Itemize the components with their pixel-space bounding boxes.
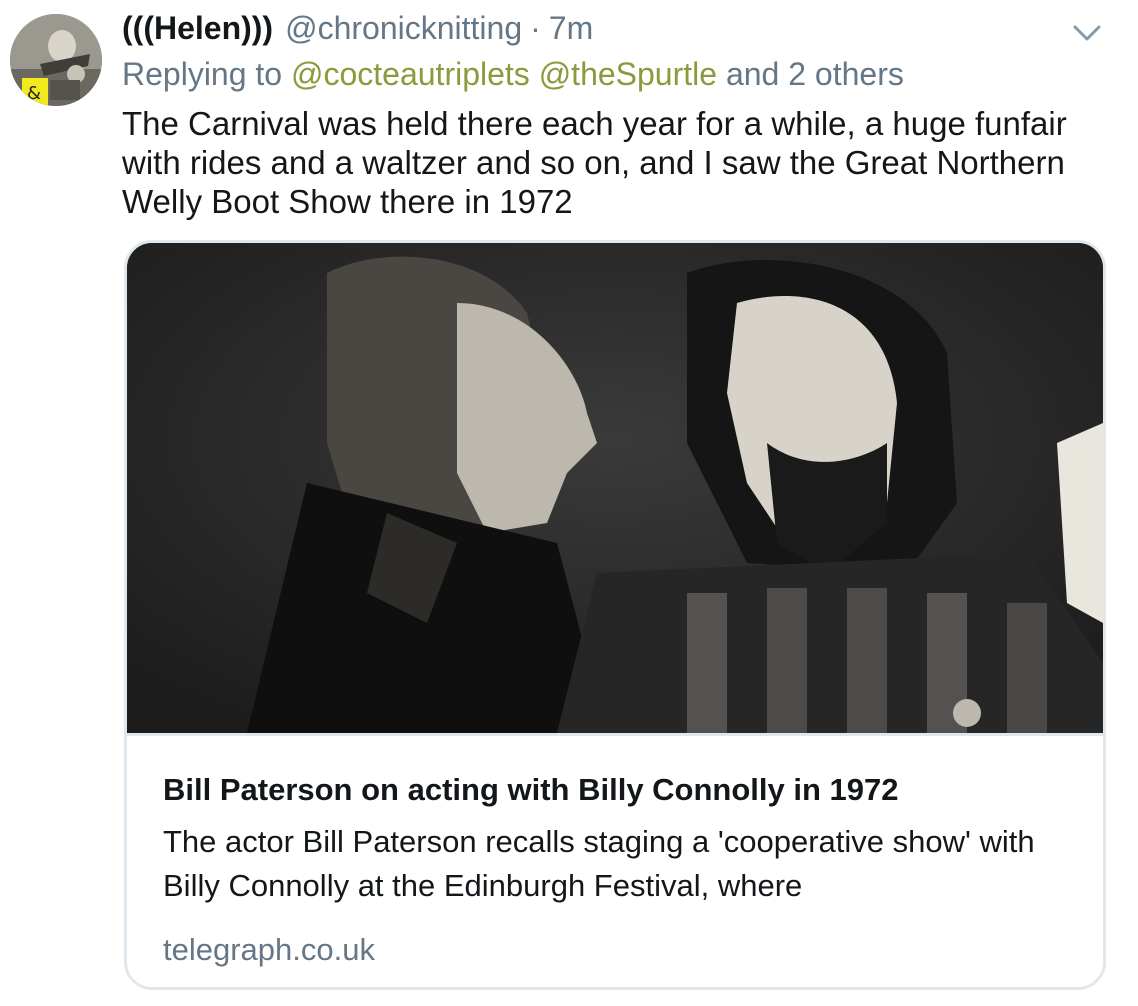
replying-to-line: Replying to @cocteautriplets @theSpurtle…: [122, 56, 904, 93]
tweet-text: The Carnival was held there each year fo…: [122, 105, 1067, 220]
card-description: The actor Bill Paterson recalls staging …: [163, 824, 1035, 903]
tweet-header: (((Helen))) @chronicknitting · 7m: [122, 10, 593, 50]
link-card[interactable]: Bill Paterson on acting with Billy Conno…: [124, 240, 1106, 990]
timestamp[interactable]: 7m: [549, 10, 593, 47]
card-title[interactable]: Bill Paterson on acting with Billy Conno…: [163, 770, 1067, 810]
avatar[interactable]: &: [10, 14, 102, 106]
mention-link[interactable]: @cocteautriplets: [291, 56, 530, 92]
mention-link[interactable]: @theSpurtle: [539, 56, 717, 92]
display-name[interactable]: (((Helen))): [122, 10, 273, 47]
ampersand-icon: &: [27, 83, 42, 104]
chevron-down-icon[interactable]: [1072, 20, 1102, 46]
replying-to-label: Replying to: [122, 56, 283, 92]
separator-dot: ·: [530, 10, 541, 46]
card-image: [127, 243, 1103, 733]
card-domain[interactable]: telegraph.co.uk: [163, 932, 1067, 968]
card-body: Bill Paterson on acting with Billy Conno…: [127, 733, 1103, 968]
user-handle[interactable]: @chronicknitting: [285, 10, 522, 47]
others-label[interactable]: and 2 others: [726, 56, 904, 92]
